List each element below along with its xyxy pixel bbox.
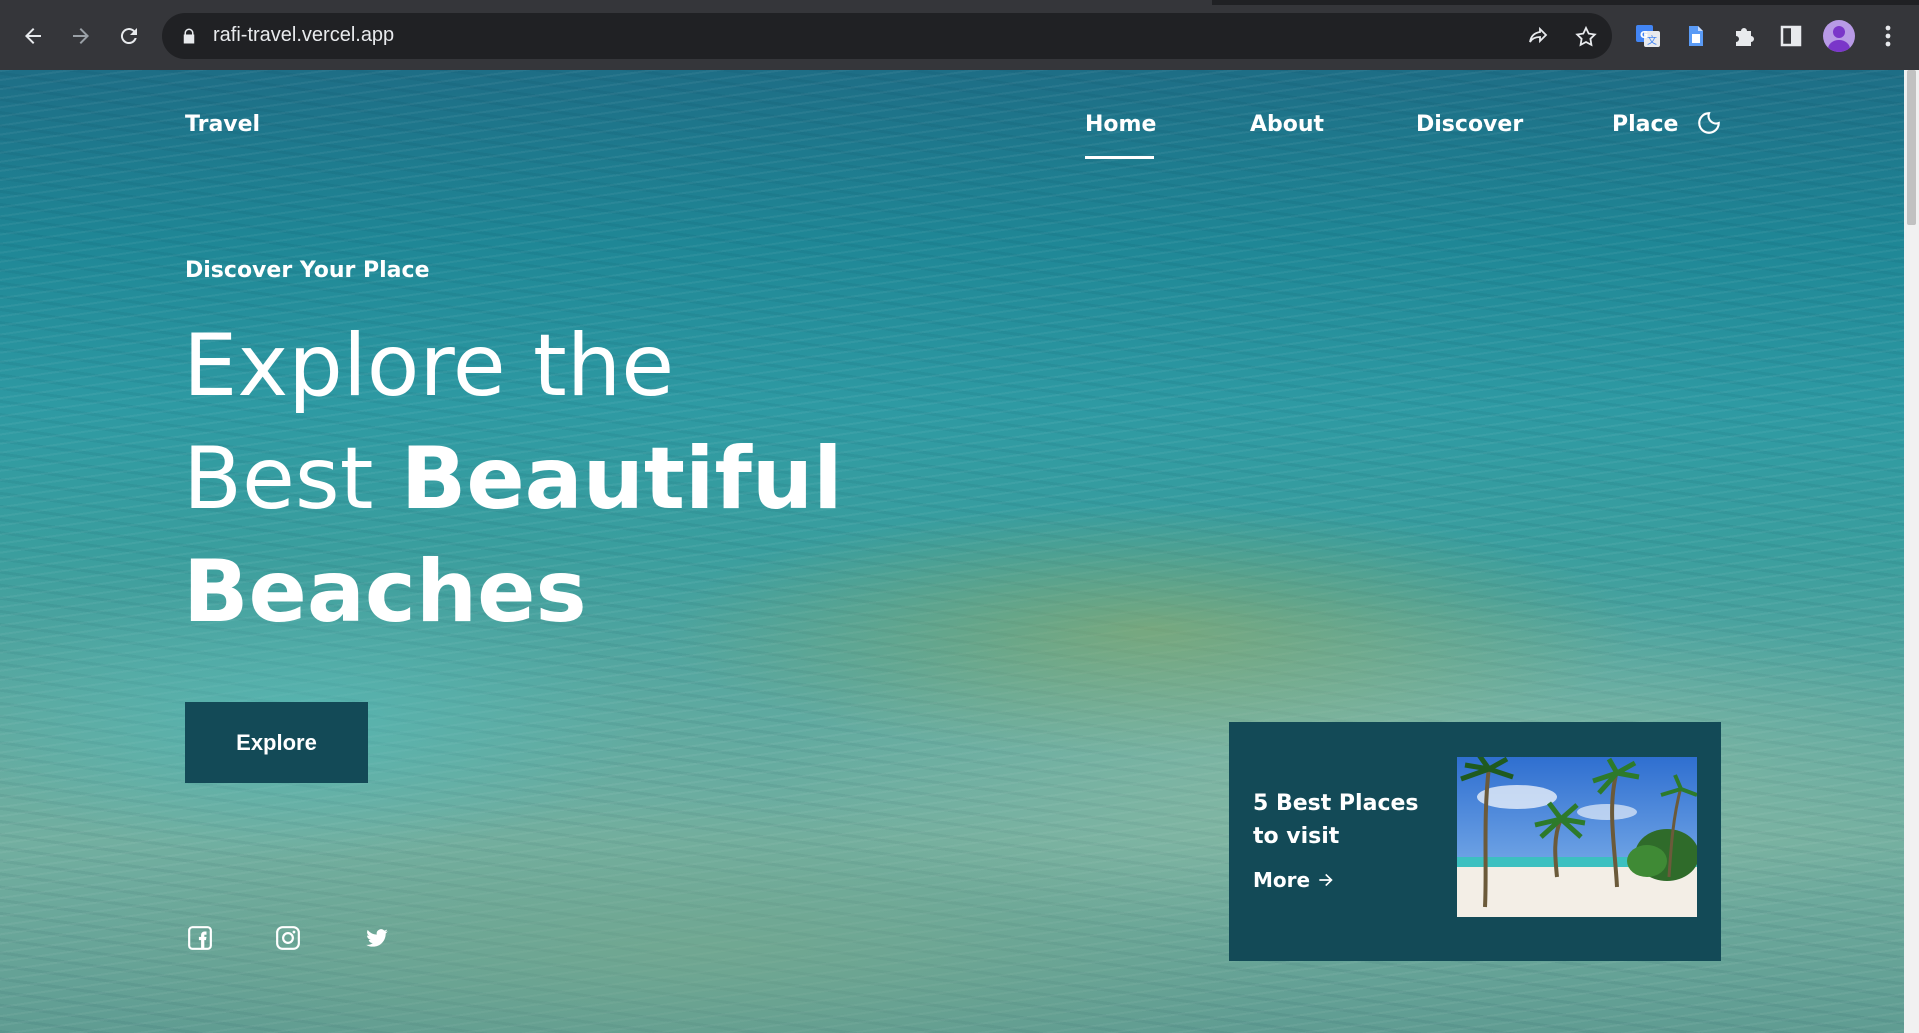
beach-illustration xyxy=(1457,757,1697,917)
side-panel-icon[interactable] xyxy=(1777,22,1805,50)
facebook-link[interactable] xyxy=(187,925,213,951)
brand-logo[interactable]: Travel xyxy=(185,112,260,137)
explore-button[interactable]: Explore xyxy=(185,702,368,783)
share-icon[interactable] xyxy=(1526,25,1550,49)
active-tab-indicator xyxy=(0,0,1212,5)
instagram-icon xyxy=(276,926,300,950)
back-icon xyxy=(25,28,41,44)
twitter-icon xyxy=(366,929,388,947)
url-text[interactable]: rafi-travel.vercel.app xyxy=(213,24,394,47)
lock-icon xyxy=(183,28,195,44)
more-menu-icon[interactable] xyxy=(1878,22,1898,50)
hero-title-bold: Beautiful xyxy=(400,429,843,529)
hero-title: Explore the Best Beautiful Beaches xyxy=(183,310,843,649)
nav-place[interactable]: Place xyxy=(1612,112,1678,137)
forward-button[interactable] xyxy=(65,20,97,52)
address-bar[interactable]: rafi-travel.vercel.app xyxy=(162,13,1612,59)
active-nav-underline xyxy=(1085,156,1154,159)
nav-home[interactable]: Home xyxy=(1085,112,1156,137)
facebook-icon xyxy=(188,926,212,950)
svg-text:文: 文 xyxy=(1647,34,1657,47)
card-more-link[interactable]: More xyxy=(1253,868,1336,892)
card-title: 5 Best Places to visit xyxy=(1253,791,1419,849)
puzzle-icon[interactable] xyxy=(1730,22,1758,50)
back-button[interactable] xyxy=(17,20,49,52)
nav-about[interactable]: About xyxy=(1250,112,1324,137)
card-more-label: More xyxy=(1253,868,1311,892)
places-card: 5 Best Places to visit More xyxy=(1229,722,1721,961)
instagram-link[interactable] xyxy=(275,925,301,951)
page-scrollbar[interactable] xyxy=(1904,70,1919,1033)
browser-toolbar: rafi-travel.vercel.app G 文 xyxy=(0,0,1919,70)
reload-icon xyxy=(120,28,137,45)
scrollbar-thumb[interactable] xyxy=(1907,70,1916,225)
avatar-head xyxy=(1833,26,1845,38)
profile-avatar[interactable] xyxy=(1823,20,1855,52)
extension-icon[interactable] xyxy=(1682,22,1710,50)
hero-title-line1: Explore the xyxy=(183,316,675,416)
arrow-right-icon xyxy=(1319,873,1333,887)
hero-title-line3: Beaches xyxy=(183,542,587,642)
hero-title-line2: Best Beautiful xyxy=(183,423,843,536)
avatar-body xyxy=(1828,40,1850,52)
nav-discover[interactable]: Discover xyxy=(1416,112,1523,137)
palm-beach-thumbnail[interactable] xyxy=(1457,757,1697,917)
moon-icon[interactable] xyxy=(1696,110,1722,136)
hero-eyebrow: Discover Your Place xyxy=(185,258,430,283)
star-icon[interactable] xyxy=(1574,25,1598,49)
reload-button[interactable] xyxy=(113,20,145,52)
google-translate-icon[interactable]: G 文 xyxy=(1634,22,1662,50)
twitter-link[interactable] xyxy=(364,925,390,951)
hero-title-light: Best xyxy=(183,429,401,529)
forward-icon xyxy=(73,28,89,44)
hero-section: Travel Home About Discover Place Discove… xyxy=(0,70,1904,1033)
